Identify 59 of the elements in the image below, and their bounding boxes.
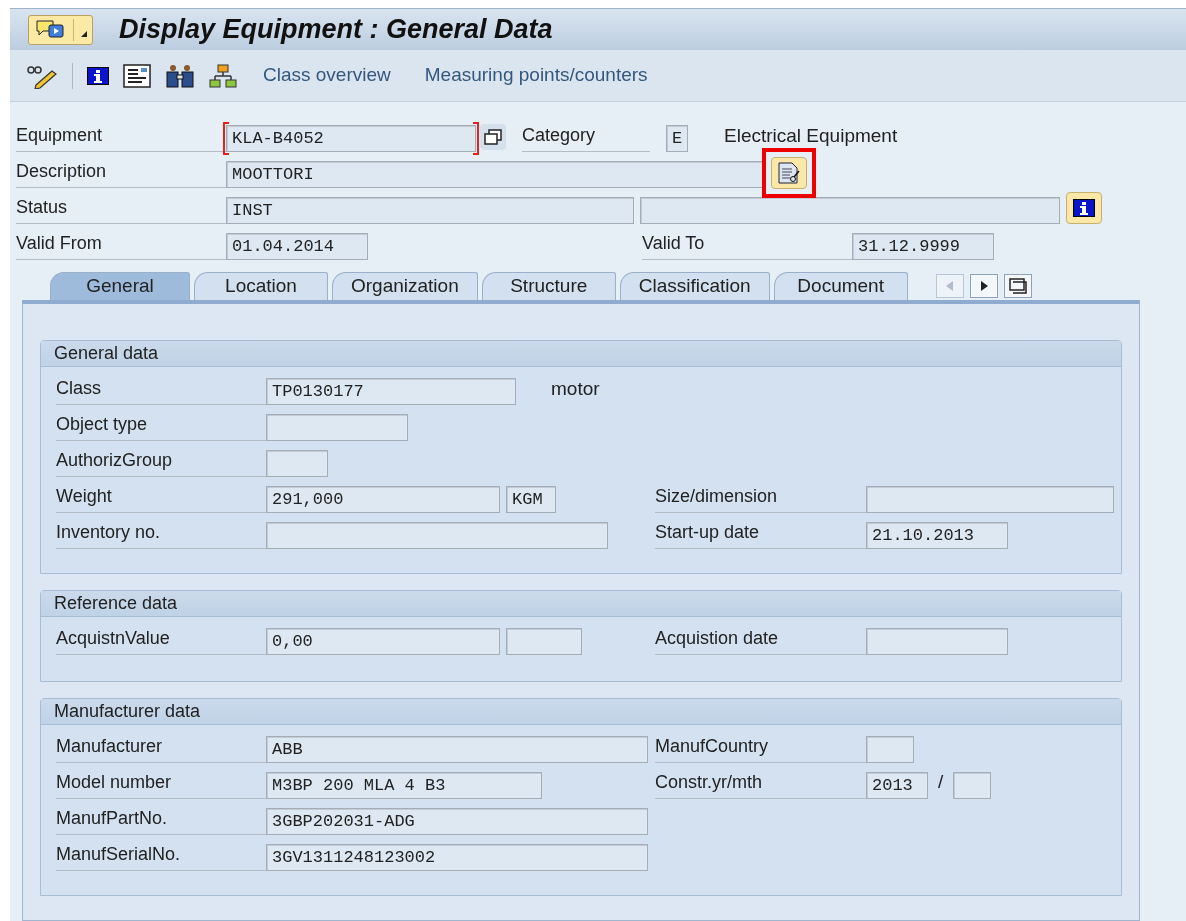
input-field[interactable] bbox=[266, 450, 328, 477]
input-field[interactable]: 2013 bbox=[866, 772, 928, 799]
input-field[interactable] bbox=[640, 197, 1060, 224]
field-label: Category bbox=[522, 122, 650, 152]
input-field[interactable] bbox=[266, 414, 408, 441]
document-icon[interactable] bbox=[123, 63, 151, 88]
window-title: Display Equipment : General Data bbox=[119, 13, 553, 47]
tab[interactable]: Structure bbox=[481, 272, 616, 300]
tab[interactable]: Document bbox=[773, 272, 908, 300]
info-icon bbox=[87, 66, 109, 85]
toolbar-link[interactable]: Measuring points/counters bbox=[424, 61, 648, 90]
long-text-button[interactable] bbox=[771, 157, 807, 189]
copy-icon bbox=[484, 129, 502, 145]
document-pencil-icon bbox=[777, 161, 801, 185]
input-field[interactable] bbox=[866, 486, 1114, 513]
tab[interactable]: General bbox=[50, 272, 190, 300]
group-title: General data bbox=[41, 341, 1121, 367]
input-field[interactable] bbox=[866, 736, 914, 763]
input-field[interactable]: 291,000 bbox=[266, 486, 500, 513]
input-field[interactable]: KLA-B4052 bbox=[226, 125, 476, 152]
input-field[interactable]: TP0130177 bbox=[266, 378, 516, 405]
input-field[interactable]: 31.12.9999 bbox=[852, 233, 994, 260]
input-field[interactable] bbox=[506, 628, 582, 655]
input-field[interactable]: 3GV1311248123002 bbox=[266, 844, 648, 871]
speech-bubble-icon bbox=[35, 18, 67, 41]
tab[interactable]: Organization bbox=[332, 272, 478, 300]
tab-list-button[interactable] bbox=[1003, 274, 1032, 298]
status-info-button[interactable] bbox=[1066, 192, 1102, 224]
class-description: motor bbox=[551, 376, 600, 401]
separator-text: / bbox=[938, 769, 944, 794]
tab-scroll-right-button[interactable] bbox=[969, 274, 998, 298]
input-field[interactable]: 3GBP202031-ADG bbox=[266, 808, 648, 835]
window-list-icon bbox=[1008, 278, 1027, 294]
right-triangle-icon bbox=[979, 281, 988, 291]
input-field[interactable]: M3BP 200 MLA 4 B3 bbox=[266, 772, 542, 799]
input-field[interactable]: E bbox=[666, 125, 688, 152]
info-icon bbox=[1073, 199, 1095, 217]
input-field[interactable] bbox=[953, 772, 992, 799]
copy-button[interactable] bbox=[480, 124, 506, 150]
hierarchy-icon[interactable] bbox=[209, 63, 237, 88]
info-button[interactable] bbox=[87, 66, 109, 85]
binoculars-icon[interactable] bbox=[165, 63, 195, 88]
input-field[interactable] bbox=[266, 522, 608, 549]
menu-button[interactable] bbox=[28, 14, 93, 45]
tab[interactable]: Location bbox=[194, 272, 328, 300]
input-field[interactable] bbox=[866, 628, 1008, 655]
group-title: Manufacturer data bbox=[41, 699, 1121, 725]
input-field[interactable]: 21.10.2013 bbox=[866, 522, 1008, 549]
input-field[interactable]: 0,00 bbox=[266, 628, 500, 655]
input-field[interactable]: 01.04.2014 bbox=[226, 233, 368, 260]
toolbar-link[interactable]: Class overview bbox=[263, 61, 391, 90]
group-title: Reference data bbox=[41, 591, 1121, 617]
input-field[interactable]: KGM bbox=[506, 486, 556, 513]
caret-icon bbox=[81, 30, 87, 37]
input-field[interactable]: ABB bbox=[266, 736, 648, 763]
category-text: Electrical Equipment bbox=[724, 123, 898, 148]
left-triangle-icon bbox=[945, 281, 954, 291]
tab[interactable]: Classification bbox=[619, 272, 770, 300]
input-field[interactable]: INST bbox=[226, 197, 634, 224]
